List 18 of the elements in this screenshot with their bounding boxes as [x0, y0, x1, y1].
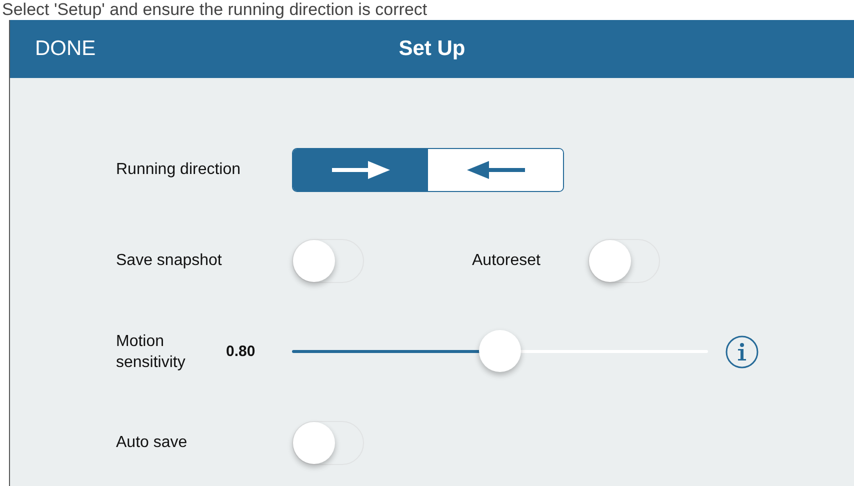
toggle-switch[interactable]	[292, 420, 364, 464]
screen-title: Set Up	[398, 37, 466, 61]
setting-label: Autoreset	[472, 252, 542, 270]
done-button[interactable]: DONE	[35, 37, 96, 61]
setting-label: Auto save	[116, 434, 188, 452]
setting-label: Save snapshot	[116, 252, 223, 270]
info-icon[interactable]	[725, 334, 759, 368]
right-arrow-icon	[332, 160, 390, 178]
direction-option[interactable]	[428, 148, 563, 190]
toggle-switch[interactable]	[292, 238, 364, 282]
toggle-switch[interactable]	[588, 238, 660, 282]
direction-option[interactable]	[293, 148, 428, 190]
slider-thumb[interactable]	[479, 330, 521, 372]
sensitivity-value: 0.80	[226, 343, 256, 360]
setting-label: Motion sensitivity	[116, 332, 186, 372]
left-arrow-icon	[466, 160, 524, 178]
caption-text: Select 'Setup' and ensure the running direction is correct	[1, 0, 428, 20]
setting-label: Running direction	[116, 160, 242, 178]
